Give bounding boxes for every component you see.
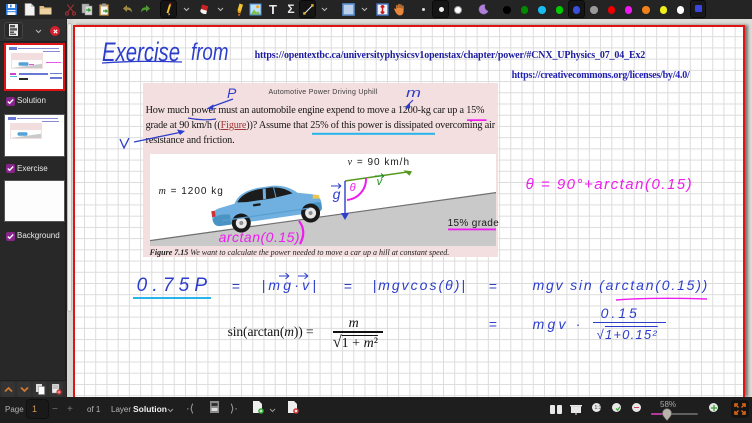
svg-text:m: m <box>406 85 421 100</box>
svg-text:P: P <box>227 85 237 101</box>
